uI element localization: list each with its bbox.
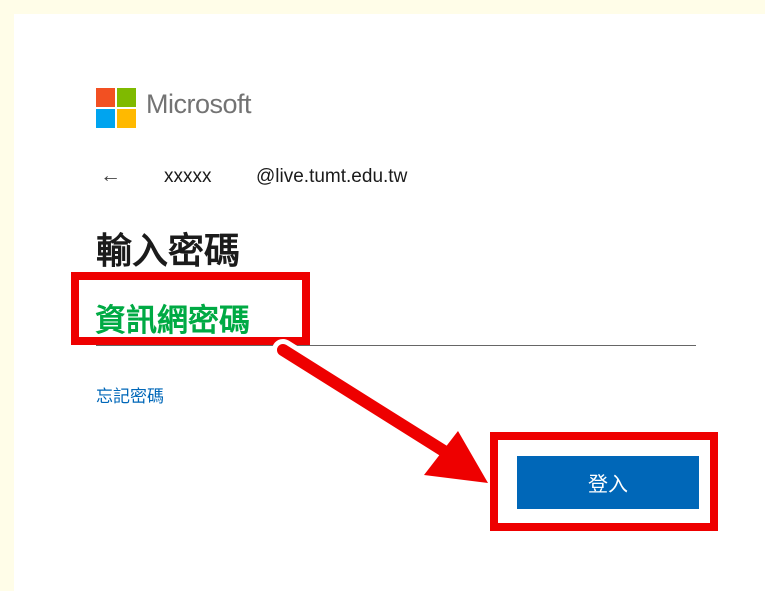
signin-button[interactable]: 登入 xyxy=(517,456,699,509)
forgot-password-link[interactable]: 忘記密碼 xyxy=(96,382,164,407)
account-username: xxxxx xyxy=(164,166,212,187)
annotation-password-label: 資訊網密碼 xyxy=(95,303,250,339)
account-domain: @live.tumt.edu.tw xyxy=(256,166,408,187)
brand-name: Microsoft xyxy=(146,89,252,119)
password-field-underline xyxy=(96,345,696,346)
back-arrow-icon[interactable]: ← xyxy=(100,161,121,191)
page-title: 輸入密碼 xyxy=(96,230,241,271)
microsoft-logo-icon xyxy=(96,88,137,129)
